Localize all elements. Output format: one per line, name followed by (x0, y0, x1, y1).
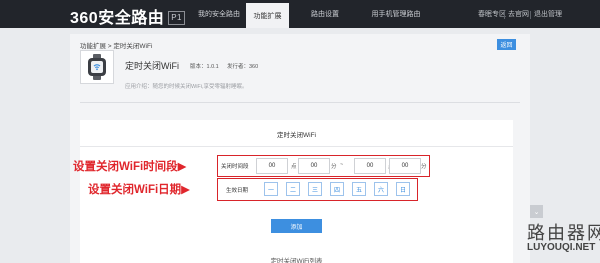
day-sunday[interactable]: 日 (396, 182, 410, 196)
link-zone[interactable]: 春眠专区 (478, 0, 506, 28)
start-minute-input[interactable]: 00 (298, 158, 330, 174)
nav-router-settings[interactable]: 路由设置 (305, 0, 345, 28)
app-title: 定时关闭WiFi (125, 61, 179, 71)
link-official-site[interactable]: 去官网 (508, 0, 529, 28)
hour-unit: 点 (291, 164, 297, 170)
link-logout[interactable]: 退出管理 (534, 0, 562, 28)
minute-unit: 分 (421, 164, 427, 170)
app-publisher: 发行者：360 (227, 64, 259, 70)
scroll-down-button[interactable]: ⌄ (530, 205, 543, 218)
divider (80, 146, 513, 147)
watermark-en: LUYOUQI.NET (527, 242, 596, 253)
end-hour-input[interactable]: 00 (354, 158, 386, 174)
divider (80, 102, 520, 103)
card-title: 定时关闭WiFi (277, 132, 316, 139)
time-range-label: 关闭时间段 (221, 164, 249, 170)
day-thursday[interactable]: 四 (330, 182, 344, 196)
day-saturday[interactable]: 六 (374, 182, 388, 196)
breadcrumb: 功能扩展 > 定时关闭WiFi (80, 43, 153, 50)
divider (530, 11, 531, 19)
logo-model-badge: P1 (168, 11, 185, 25)
minute-unit: 分 (331, 164, 337, 170)
nav-extensions[interactable]: 功能扩展 (246, 3, 289, 28)
schedule-list-title: 定时关闭WiFi列表 (270, 258, 323, 263)
logo[interactable]: 360安全路由 P1 (70, 4, 185, 28)
chevron-down-icon: ⌄ (533, 208, 540, 216)
days-label: 生效日期 (226, 188, 249, 194)
add-button[interactable]: 添加 (271, 219, 322, 233)
app-version: 版本：1.0.1 (190, 64, 219, 70)
day-tuesday[interactable]: 二 (286, 182, 300, 196)
app-icon (80, 50, 114, 84)
app-description: 应用介绍：随您的时候关闭WiFi,享受零辐射睡眠。 (125, 84, 248, 90)
back-button[interactable]: 返回 (497, 39, 516, 50)
annotation-time-range: 设置关闭WiFi时间段▶ (73, 161, 187, 173)
day-friday[interactable]: 五 (352, 182, 366, 196)
divider (504, 11, 505, 19)
day-wednesday[interactable]: 三 (308, 182, 322, 196)
range-separator: ~ (340, 162, 344, 168)
end-minute-input[interactable]: 00 (389, 158, 421, 174)
logo-text: 360安全路由 (70, 10, 165, 27)
wifi-watch-icon (88, 54, 106, 80)
annotation-days: 设置关闭WiFi日期▶ (88, 184, 191, 196)
start-hour-input[interactable]: 00 (256, 158, 288, 174)
nav-my-router[interactable]: 我的安全路由 (190, 0, 248, 28)
day-monday[interactable]: 一 (264, 182, 278, 196)
nav-mobile-manage[interactable]: 用手机管理路由 (364, 0, 428, 28)
